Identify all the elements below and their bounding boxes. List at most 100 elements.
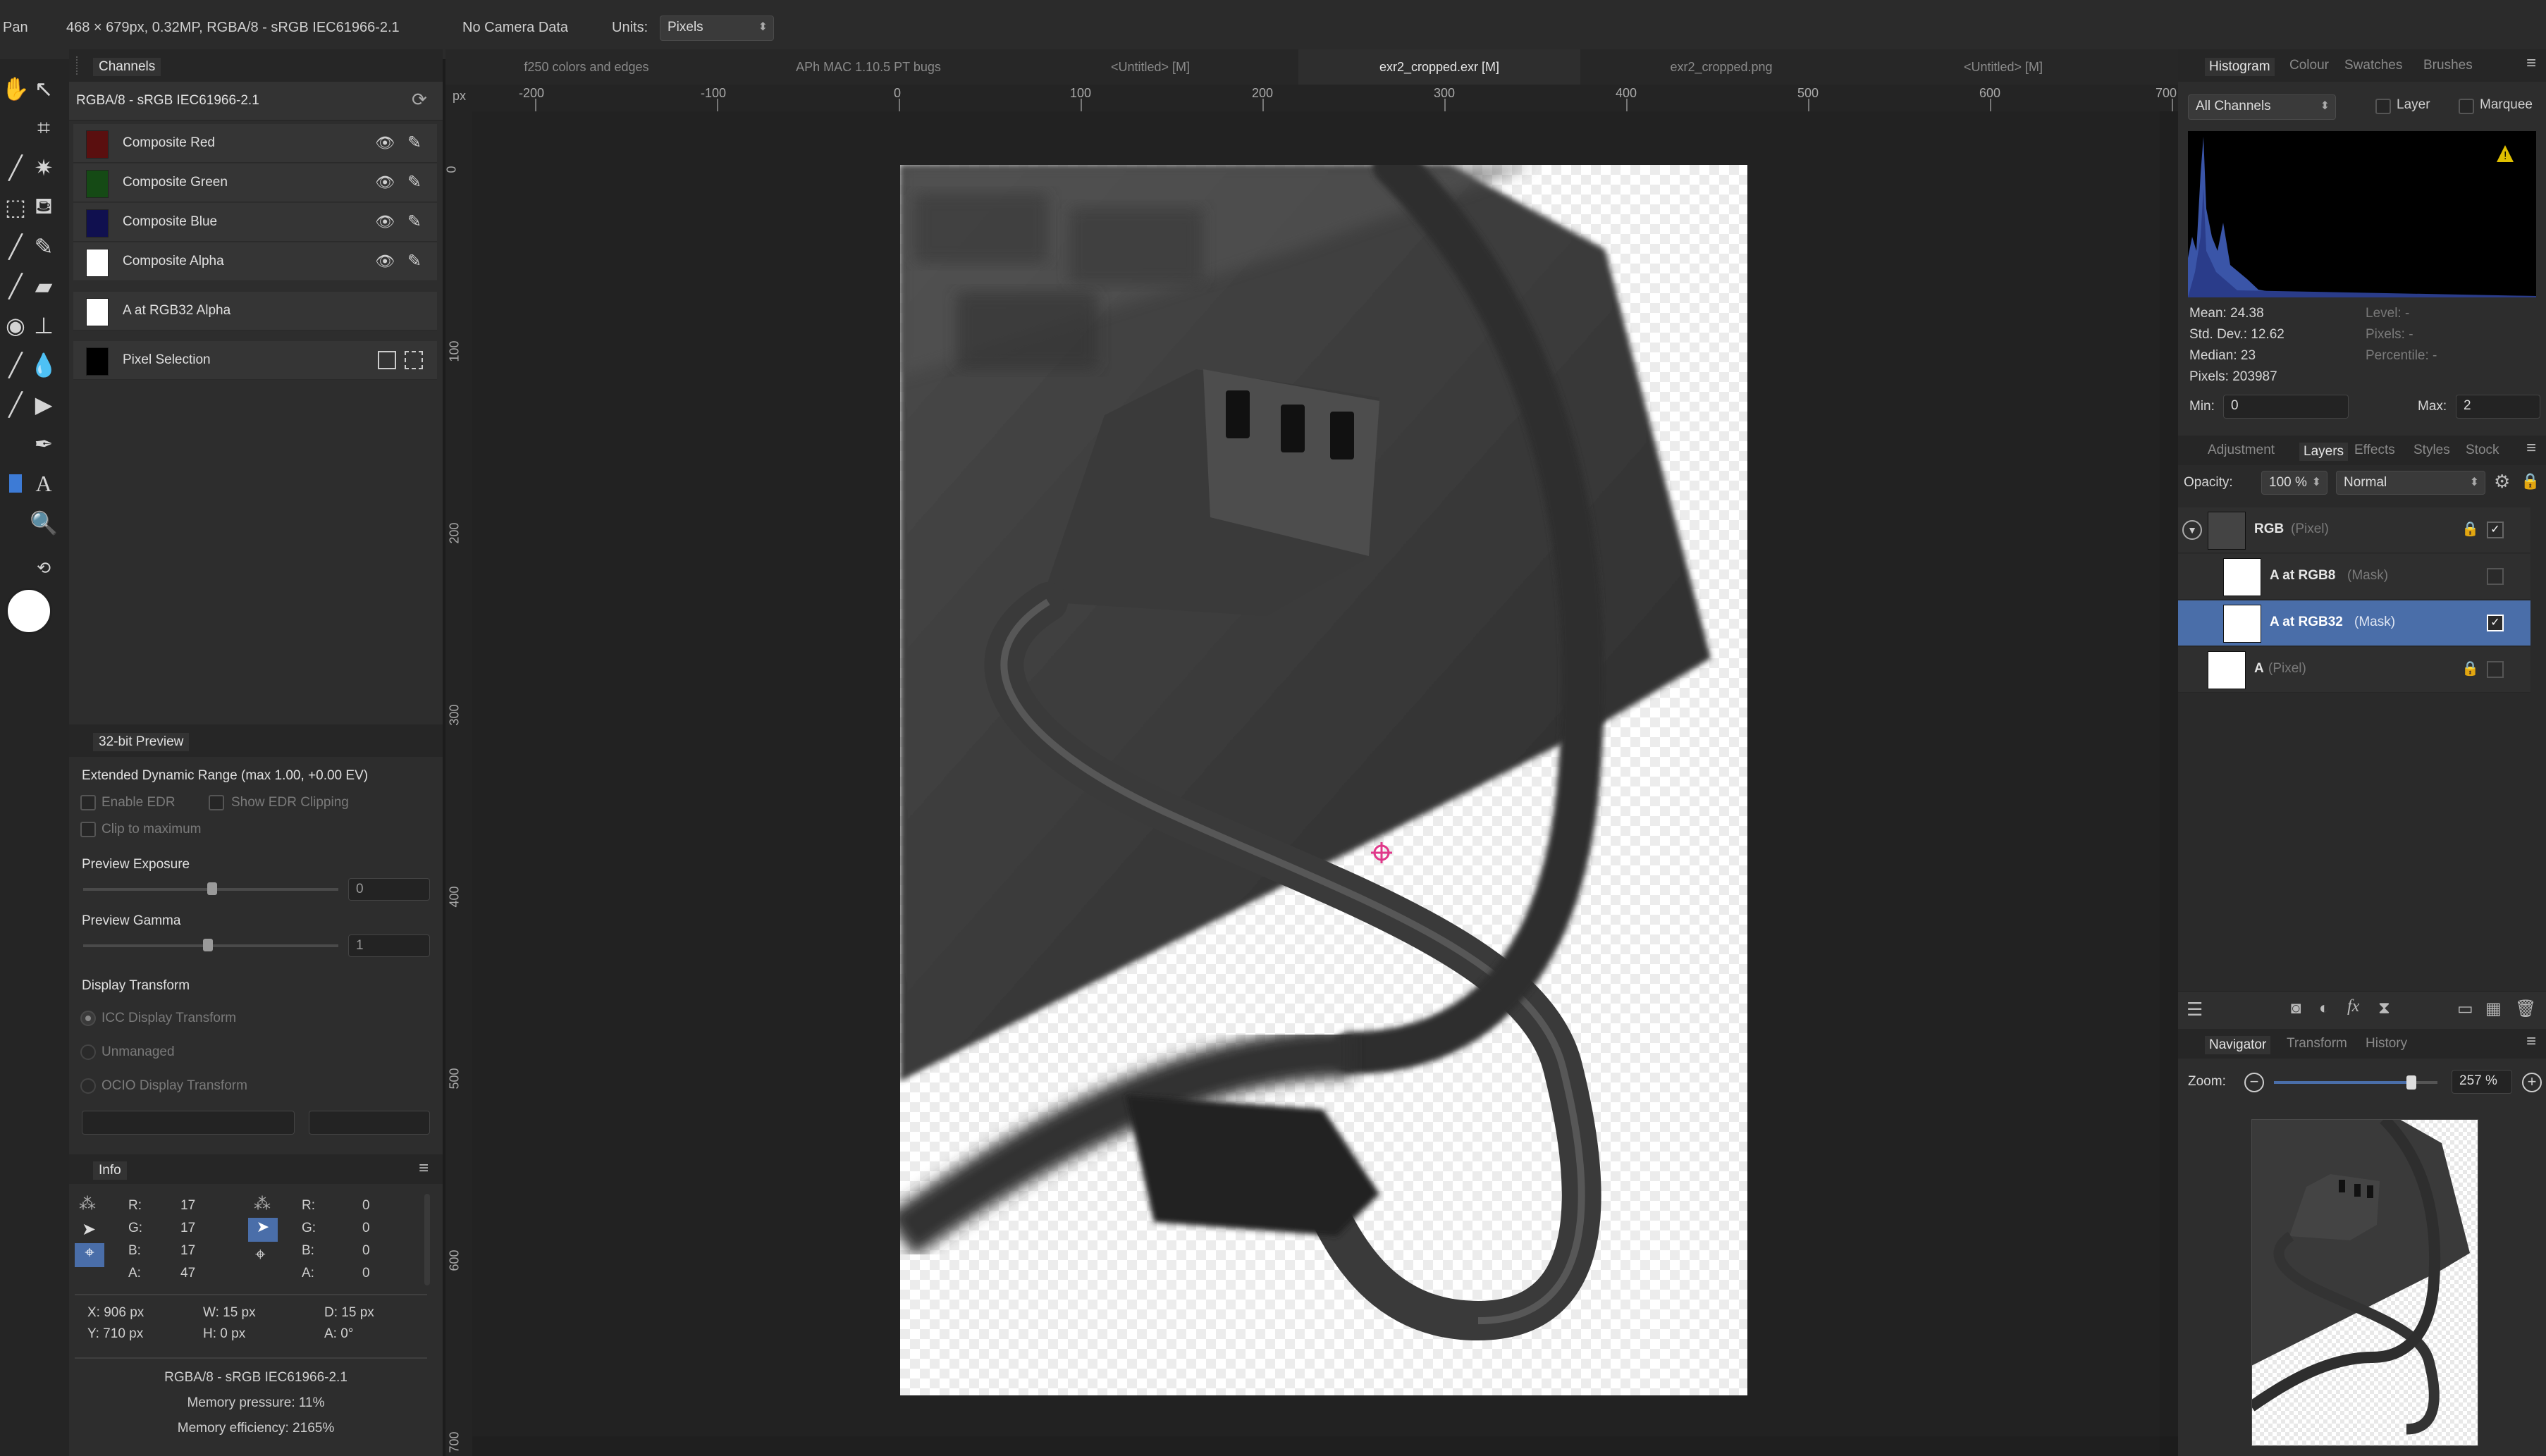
eye-icon[interactable]: 👁: [375, 173, 395, 192]
channel-row[interactable]: Composite Alpha 👁 ✎: [73, 242, 437, 281]
magic-wand-icon[interactable]: ✷: [28, 152, 59, 183]
pixel-selection-row[interactable]: Pixel Selection: [73, 341, 437, 380]
hist-max-field[interactable]: 2: [2456, 395, 2540, 419]
layer-visibility-checkbox[interactable]: ✓: [2487, 615, 2504, 631]
units-dropdown[interactable]: Pixels: [660, 16, 774, 41]
layer-visibility-checkbox[interactable]: ✓: [2487, 522, 2504, 538]
enable-edr-checkbox[interactable]: [80, 795, 96, 810]
document-tab-active[interactable]: exr2_cropped.exr [M]: [1298, 49, 1580, 85]
tab-layers[interactable]: Layers: [2299, 443, 2349, 461]
text-tool-icon[interactable]: A: [28, 468, 59, 499]
layers-stack-icon[interactable]: ☰: [2187, 999, 2203, 1020]
icc-radio[interactable]: [80, 1011, 96, 1026]
fx-icon[interactable]: fx: [2347, 997, 2359, 1016]
exposure-field[interactable]: 0: [348, 878, 430, 901]
document-tab[interactable]: f250 colors and edges: [445, 49, 727, 85]
node-tool-icon[interactable]: ▶: [28, 389, 59, 420]
pencil-icon[interactable]: ✎: [407, 251, 422, 271]
move-tool-icon[interactable]: ↖: [28, 73, 59, 104]
zoom-tool-icon[interactable]: 🔍: [28, 507, 59, 538]
tab-colour[interactable]: Colour: [2289, 58, 2329, 73]
adjustment-icon[interactable]: ◐: [2319, 999, 2330, 1018]
smudge-tool-icon[interactable]: ╱: [0, 350, 31, 381]
mask-icon[interactable]: [378, 351, 396, 369]
hist-min-field[interactable]: 0: [2223, 395, 2349, 419]
hourglass-icon[interactable]: ⧗: [2378, 999, 2390, 1018]
eye-icon[interactable]: 👁: [375, 134, 395, 152]
selection-icon[interactable]: [405, 351, 423, 369]
primary-colour-swatch[interactable]: [6, 588, 52, 634]
layer-checkbox[interactable]: [2375, 99, 2391, 114]
hand-tool-icon[interactable]: ✋: [0, 73, 31, 104]
crop-tool-icon[interactable]: ⌗: [28, 113, 59, 144]
pen-tool-icon[interactable]: ✒: [28, 428, 59, 459]
crosshair-icon-2[interactable]: ⌖: [255, 1243, 266, 1266]
tab-effects[interactable]: Effects: [2354, 443, 2395, 458]
marquee-checkbox[interactable]: [2459, 99, 2474, 114]
tab-navigator[interactable]: Navigator: [2205, 1036, 2271, 1054]
tab-history[interactable]: History: [2366, 1036, 2407, 1051]
swap-colours-icon[interactable]: ⟲: [28, 553, 59, 584]
zoom-field[interactable]: 257 %: [2452, 1070, 2512, 1094]
lock-icon[interactable]: 🔒: [2521, 472, 2540, 491]
dodge-tool-icon[interactable]: ╱: [0, 271, 31, 302]
pencil-tool-icon[interactable]: ✎: [28, 231, 59, 262]
reset-icon[interactable]: ⟳: [412, 89, 427, 111]
opacity-dropdown[interactable]: 100 %: [2261, 471, 2327, 495]
colour-mode-icon-2[interactable]: ⁂: [254, 1194, 271, 1214]
preview32-tab[interactable]: 32-bit Preview: [93, 733, 190, 751]
canvas-area[interactable]: [472, 111, 2160, 1436]
crosshair-icon[interactable]: ⌖: [75, 1243, 104, 1267]
show-edr-clipping-checkbox[interactable]: [209, 795, 224, 810]
canvas-vertical-scrollbar[interactable]: [2160, 111, 2178, 1436]
mask-channel-row[interactable]: A at RGB32 Alpha: [73, 292, 437, 331]
panel-menu-icon[interactable]: ≡: [2526, 1032, 2536, 1051]
tab-styles[interactable]: Styles: [2413, 443, 2450, 458]
document-tab[interactable]: exr2_cropped.png: [1580, 49, 1862, 85]
document-tab[interactable]: <Untitled> [M]: [1862, 49, 2144, 85]
rectangle-tool-icon[interactable]: [0, 468, 31, 499]
lock-icon[interactable]: 🔒: [2461, 520, 2479, 538]
layer-visibility-checkbox[interactable]: [2487, 661, 2504, 678]
tab-transform[interactable]: Transform: [2287, 1036, 2347, 1051]
canvas-horizontal-scrollbar[interactable]: [472, 1436, 2160, 1456]
tab-histogram[interactable]: Histogram: [2205, 58, 2275, 76]
zoom-in-icon[interactable]: +: [2522, 1073, 2542, 1092]
tab-brushes[interactable]: Brushes: [2423, 58, 2473, 73]
lock-icon[interactable]: 🔒: [2461, 660, 2479, 677]
exposure-slider-knob[interactable]: [207, 882, 217, 895]
colour-mode-icon[interactable]: ⁂: [79, 1194, 96, 1214]
pencil-icon[interactable]: ✎: [407, 132, 422, 153]
info-tab[interactable]: Info: [93, 1161, 127, 1180]
eye-icon[interactable]: 👁: [375, 213, 395, 231]
pointer-icon-2[interactable]: ➤: [248, 1218, 278, 1242]
layer-row[interactable]: A (Pixel) 🔒: [2178, 647, 2530, 693]
fill-tool-icon[interactable]: ⛾: [28, 192, 59, 223]
histogram-channel-dropdown[interactable]: All Channels: [2188, 94, 2336, 120]
navigator-preview[interactable]: [2251, 1119, 2478, 1446]
add-mask-icon[interactable]: ◙: [2291, 999, 2301, 1018]
expand-icon[interactable]: ▼: [2182, 520, 2202, 540]
folder-icon[interactable]: ▭: [2457, 999, 2473, 1019]
clone-tool-icon[interactable]: ◉: [0, 310, 31, 341]
tab-swatches[interactable]: Swatches: [2344, 58, 2402, 73]
zoom-out-icon[interactable]: −: [2244, 1073, 2264, 1092]
gear-icon[interactable]: ⚙: [2494, 471, 2510, 493]
document-tab[interactable]: <Untitled> [M]: [1009, 49, 1291, 85]
pencil-icon[interactable]: ✎: [407, 211, 422, 232]
panel-menu-icon[interactable]: ≡: [2526, 438, 2536, 458]
channels-tab[interactable]: Channels: [93, 58, 161, 76]
layer-row-selected[interactable]: A at RGB32 (Mask) ✓: [2178, 600, 2530, 646]
info-scrollbar[interactable]: [424, 1194, 430, 1285]
ocio-dropdown-1[interactable]: [82, 1111, 295, 1135]
layer-row[interactable]: ▼ RGB (Pixel) 🔒 ✓: [2178, 507, 2530, 553]
trash-icon[interactable]: 🗑: [2515, 999, 2536, 1019]
channel-row[interactable]: Composite Green 👁 ✎: [73, 164, 437, 202]
channel-row[interactable]: Composite Red 👁 ✎: [73, 124, 437, 163]
pointer-icon[interactable]: ➤: [82, 1219, 96, 1240]
gamma-field[interactable]: 1: [348, 934, 430, 957]
tab-adjustment[interactable]: Adjustment: [2208, 443, 2275, 458]
add-layer-icon[interactable]: ▦: [2485, 999, 2502, 1019]
eye-icon[interactable]: 👁: [375, 252, 395, 271]
panel-menu-icon[interactable]: ≡: [2526, 54, 2536, 73]
